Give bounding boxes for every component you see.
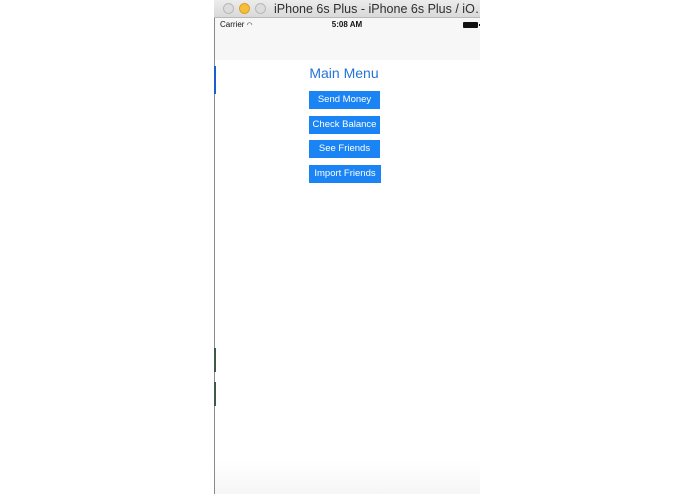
window-title: iPhone 6s Plus - iPhone 6s Plus / iO… [274,2,480,16]
check-balance-button[interactable]: Check Balance [309,116,380,134]
ios-status-bar: Carrier ◠ 5:08 AM [214,18,480,32]
main-menu-view: Main Menu Send Money Check Balance See F… [214,60,480,460]
page-title: Main Menu [309,65,379,81]
window-titlebar[interactable]: iPhone 6s Plus - iPhone 6s Plus / iO… [214,0,480,18]
bottom-toolbar [214,460,480,494]
battery-icon [463,22,480,28]
status-time: 5:08 AM [331,20,363,29]
screen: iPhone 6s Plus - iPhone 6s Plus / iO… Ca… [0,0,695,494]
edge-mark [214,348,216,372]
see-friends-button[interactable]: See Friends [309,140,380,158]
edge-mark [214,382,216,406]
scroll-indicator [214,66,216,94]
zoom-window-button[interactable] [255,3,266,14]
simulator-window: iPhone 6s Plus - iPhone 6s Plus / iO… Ca… [214,0,480,494]
send-money-button[interactable]: Send Money [309,91,380,109]
close-window-button[interactable] [223,3,234,14]
minimize-window-button[interactable] [239,3,250,14]
navigation-bar [214,32,480,60]
import-friends-button[interactable]: Import Friends [309,165,381,183]
